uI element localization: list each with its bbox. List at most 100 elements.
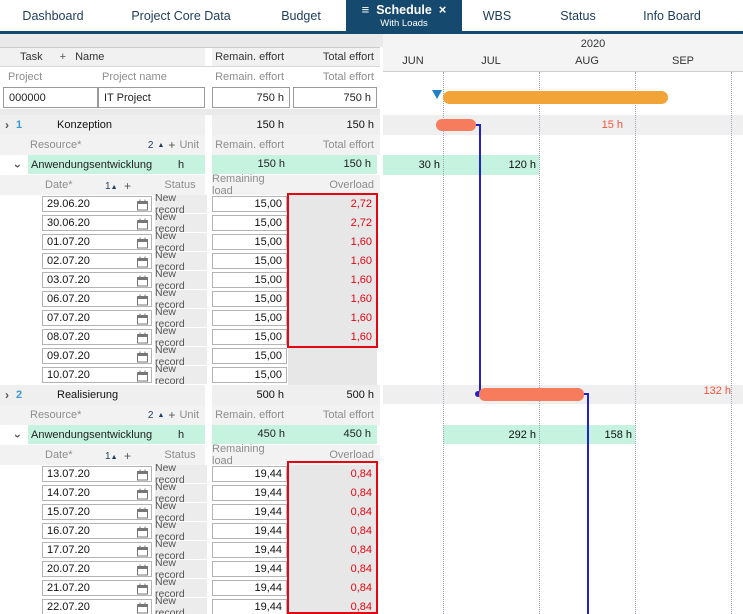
calendar-icon[interactable] xyxy=(137,313,148,325)
tab[interactable]: WBS xyxy=(462,0,532,31)
calendar-icon[interactable] xyxy=(137,488,148,500)
date-field[interactable]: 30.06.20 xyxy=(42,215,152,231)
col-header-task[interactable]: Task xyxy=(20,51,43,63)
sort-order-number[interactable]: 2 xyxy=(148,140,154,151)
date-field[interactable]: 29.06.20 xyxy=(42,196,152,212)
col-header-total[interactable]: Total effort xyxy=(323,51,374,63)
status-cell[interactable]: New record xyxy=(155,598,207,614)
sort-order-number[interactable]: 2 xyxy=(148,410,154,421)
hamburger-icon[interactable]: ≡ xyxy=(362,2,370,17)
project-total-field[interactable]: 750 h xyxy=(293,87,377,108)
date-field[interactable]: 14.07.20 xyxy=(42,485,152,501)
calendar-icon[interactable] xyxy=(137,351,148,363)
date-field[interactable]: 02.07.20 xyxy=(42,253,152,269)
add-date-button[interactable]: + xyxy=(124,449,131,463)
remaining-load-field[interactable]: 15,00 xyxy=(212,310,287,326)
remaining-load-field[interactable]: 19,44 xyxy=(212,561,287,577)
remaining-load-field[interactable]: 19,44 xyxy=(212,485,287,501)
add-resource-button[interactable]: + xyxy=(168,408,175,422)
resource-col-label[interactable]: Resource* xyxy=(30,139,81,151)
date-col-label[interactable]: Date* xyxy=(45,449,73,461)
calendar-icon[interactable] xyxy=(137,294,148,306)
tab[interactable]: Budget xyxy=(256,0,346,31)
collapse-chevron-icon[interactable]: › xyxy=(11,164,25,168)
resource-col-label[interactable]: Resource* xyxy=(30,409,81,421)
task2-gantt-bar[interactable] xyxy=(479,388,584,401)
resource-row[interactable]: › Anwendungsentwicklung h 150 h 150 h xyxy=(0,155,380,175)
add-resource-button[interactable]: + xyxy=(168,138,175,152)
tab-schedule-active[interactable]: ≡ Schedule × With Loads xyxy=(346,0,462,31)
calendar-icon[interactable] xyxy=(137,275,148,287)
remaining-load-field[interactable]: 15,00 xyxy=(212,291,287,307)
expand-chevron-icon[interactable]: › xyxy=(5,120,9,130)
project-id-field[interactable]: 000000 xyxy=(3,87,98,108)
collapse-chevron-icon[interactable]: › xyxy=(11,434,25,438)
sort-ascending-icon[interactable]: ▲ xyxy=(157,412,164,419)
date-field[interactable]: 06.07.20 xyxy=(42,291,152,307)
remaining-load-field[interactable]: 15,00 xyxy=(212,272,287,288)
close-icon[interactable]: × xyxy=(439,2,447,17)
tab[interactable]: Project Core Data xyxy=(106,0,256,31)
calendar-icon[interactable] xyxy=(137,370,148,382)
tab[interactable]: Dashboard xyxy=(0,0,106,31)
calendar-icon[interactable] xyxy=(137,199,148,211)
remaining-load-field[interactable]: 19,44 xyxy=(212,599,287,614)
calendar-icon[interactable] xyxy=(137,469,148,481)
remaining-load-field[interactable]: 19,44 xyxy=(212,542,287,558)
task1-gantt-bar[interactable] xyxy=(436,119,476,131)
date-col-label[interactable]: Date* xyxy=(45,179,73,191)
col-header-remain[interactable]: Remain. effort xyxy=(215,51,284,63)
date-field[interactable]: 08.07.20 xyxy=(42,329,152,345)
remaining-load-field[interactable]: 19,44 xyxy=(212,466,287,482)
remaining-load-field[interactable]: 15,00 xyxy=(212,348,287,364)
resource-row[interactable]: › Anwendungsentwicklung h 450 h 450 h xyxy=(0,425,380,445)
remaining-load-field[interactable]: 19,44 xyxy=(212,504,287,520)
date-field[interactable]: 01.07.20 xyxy=(42,234,152,250)
date-field[interactable]: 13.07.20 xyxy=(42,466,152,482)
calendar-icon[interactable] xyxy=(137,332,148,344)
tab[interactable]: Info Board xyxy=(624,0,720,31)
calendar-icon[interactable] xyxy=(137,218,148,230)
sort-ascending-icon[interactable]: ▲ xyxy=(111,184,118,191)
remaining-load-field[interactable]: 19,44 xyxy=(212,523,287,539)
date-field[interactable]: 20.07.20 xyxy=(42,561,152,577)
calendar-icon[interactable] xyxy=(137,583,148,595)
date-field[interactable]: 16.07.20 xyxy=(42,523,152,539)
calendar-icon[interactable] xyxy=(137,602,148,614)
remaining-load-field[interactable]: 19,44 xyxy=(212,580,287,596)
calendar-icon[interactable] xyxy=(137,507,148,519)
remaining-load-field[interactable]: 15,00 xyxy=(212,234,287,250)
date-field[interactable]: 10.07.20 xyxy=(42,367,152,383)
remaining-load-field[interactable]: 15,00 xyxy=(212,215,287,231)
unit-col-label[interactable]: Unit xyxy=(179,139,199,151)
tab[interactable]: Status xyxy=(532,0,624,31)
sort-ascending-icon[interactable]: ▲ xyxy=(157,142,164,149)
remaining-load-field[interactable]: 15,00 xyxy=(212,367,287,383)
project-remain-field[interactable]: 750 h xyxy=(212,87,290,108)
add-date-button[interactable]: + xyxy=(124,179,131,193)
date-field[interactable]: 03.07.20 xyxy=(42,272,152,288)
date-field[interactable]: 22.07.20 xyxy=(42,599,152,614)
col-header-name[interactable]: Name xyxy=(75,51,104,63)
add-task-button[interactable]: + xyxy=(60,51,66,63)
calendar-icon[interactable] xyxy=(137,545,148,557)
status-cell[interactable]: New record xyxy=(155,366,207,384)
calendar-icon[interactable] xyxy=(137,526,148,538)
date-field[interactable]: 09.07.20 xyxy=(42,348,152,364)
remaining-load-field[interactable]: 15,00 xyxy=(212,329,287,345)
date-field[interactable]: 15.07.20 xyxy=(42,504,152,520)
project-name-field[interactable]: IT Project xyxy=(98,87,205,108)
calendar-icon[interactable] xyxy=(137,237,148,249)
task-row-realisierung[interactable]: › 2 Realisierung 500 h 500 h xyxy=(0,385,380,405)
remaining-load-field[interactable]: 15,00 xyxy=(212,253,287,269)
sort-ascending-icon[interactable]: ▲ xyxy=(111,454,118,461)
unit-col-label[interactable]: Unit xyxy=(179,409,199,421)
calendar-icon[interactable] xyxy=(137,256,148,268)
date-field[interactable]: 07.07.20 xyxy=(42,310,152,326)
project-summary-bar[interactable] xyxy=(443,91,668,104)
expand-chevron-icon[interactable]: › xyxy=(5,390,9,400)
remaining-load-field[interactable]: 15,00 xyxy=(212,196,287,212)
calendar-icon[interactable] xyxy=(137,564,148,576)
date-field[interactable]: 17.07.20 xyxy=(42,542,152,558)
date-field[interactable]: 21.07.20 xyxy=(42,580,152,596)
